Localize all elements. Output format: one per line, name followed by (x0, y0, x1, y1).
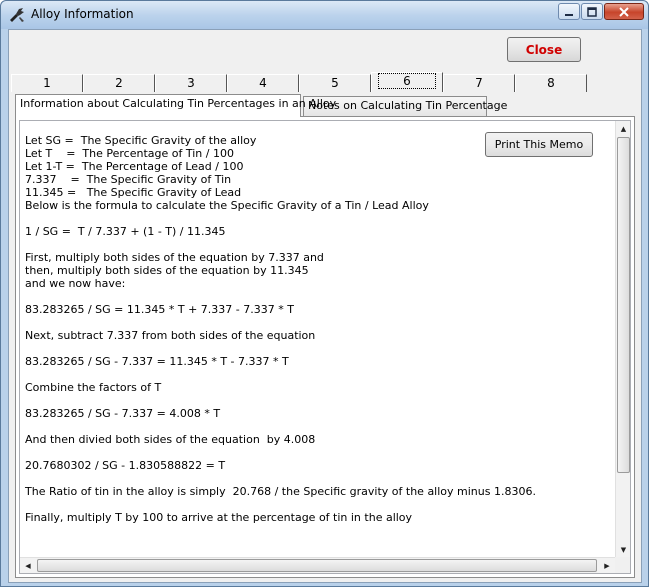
close-button[interactable]: Close (507, 37, 581, 62)
tab-tin-percentage-info[interactable]: Information about Calculating Tin Percen… (15, 94, 336, 117)
scrollbar-corner (615, 557, 630, 573)
memo-line (25, 394, 605, 407)
memo-line (25, 472, 605, 485)
memo-line: First, multiply both sides of the equati… (25, 251, 324, 264)
memo-line (25, 446, 605, 459)
memo-line: 20.7680302 / SG - 1.830588822 = T (25, 459, 226, 472)
memo-line (25, 212, 605, 225)
tab-panel: Let SG = The Specific Gravity of the all… (15, 116, 635, 578)
memo-line (25, 498, 605, 511)
minimize-button[interactable] (558, 3, 580, 20)
tab-7[interactable]: 7 (443, 74, 515, 92)
vertical-scroll-thumb[interactable] (617, 137, 630, 473)
maximize-button[interactable] (581, 3, 603, 20)
memo-line (25, 290, 605, 303)
vertical-scrollbar[interactable]: ▲ ▼ (615, 121, 630, 557)
memo-line: 83.283265 / SG = 11.345 * T + 7.337 - 7.… (25, 303, 294, 316)
title-bar[interactable]: Alloy Information (1, 1, 648, 29)
scroll-left-arrow-icon[interactable]: ◀ (20, 558, 36, 573)
memo-line (25, 238, 605, 251)
memo-line (25, 420, 605, 433)
tab-2[interactable]: 2 (83, 74, 155, 92)
memo-line: 11.345 = The Specific Gravity of Lead (25, 186, 242, 199)
client-area: Close 1 2 3 4 5 6 7 8 Information about … (8, 29, 642, 583)
memo-textbox[interactable]: Let SG = The Specific Gravity of the all… (19, 120, 631, 574)
memo-line: 1 / SG = T / 7.337 + (1 - T) / 11.345 (25, 225, 226, 238)
memo-line: The Ratio of tin in the alloy is simply … (25, 485, 536, 498)
memo-line (25, 316, 605, 329)
horizontal-scroll-thumb[interactable] (37, 559, 597, 572)
memo-line (25, 368, 605, 381)
window-close-button[interactable] (604, 3, 644, 20)
memo-line: Combine the factors of T (25, 381, 162, 394)
memo-tabs: Information about Calculating Tin Percen… (15, 94, 635, 117)
memo-line: then, multiply both sides of the equatio… (25, 264, 309, 277)
section-tabs: 1 2 3 4 5 6 7 8 (11, 72, 641, 92)
horizontal-scrollbar[interactable]: ◀ ▶ (20, 557, 615, 573)
maximize-icon (587, 6, 597, 17)
tab-1[interactable]: 1 (11, 74, 83, 92)
tab-8[interactable]: 8 (515, 74, 587, 92)
scroll-right-arrow-icon[interactable]: ▶ (599, 558, 615, 573)
tab-6[interactable]: 6 (371, 72, 443, 92)
scroll-down-arrow-icon[interactable]: ▼ (616, 542, 630, 557)
memo-line: 83.283265 / SG - 7.337 = 4.008 * T (25, 407, 221, 420)
tab-4[interactable]: 4 (227, 74, 299, 92)
scroll-up-arrow-icon[interactable]: ▲ (616, 121, 630, 136)
alloy-information-window: Alloy Information Close 1 2 3 4 5 6 7 8 … (0, 0, 649, 587)
wrench-app-icon (10, 8, 24, 22)
memo-line: Finally, multiply T by 100 to arrive at … (25, 511, 413, 524)
memo-content: Let SG = The Specific Gravity of the all… (25, 134, 605, 524)
memo-line: And then divied both sides of the equati… (25, 433, 316, 446)
memo-line: Let 1-T = The Percentage of Lead / 100 (25, 160, 244, 173)
minimize-icon (565, 13, 573, 16)
memo-line: 83.283265 / SG - 7.337 = 11.345 * T - 7.… (25, 355, 289, 368)
memo-line (25, 342, 605, 355)
memo-line: Below is the formula to calculate the Sp… (25, 199, 429, 212)
memo-line: 7.337 = The Specific Gravity of Tin (25, 173, 232, 186)
memo-line: and we now have: (25, 277, 126, 290)
tab-5[interactable]: 5 (299, 74, 371, 92)
print-memo-button[interactable]: Print This Memo (485, 132, 593, 157)
tab-3[interactable]: 3 (155, 74, 227, 92)
close-x-icon (619, 6, 629, 17)
memo-line: Next, subtract 7.337 from both sides of … (25, 329, 316, 342)
window-title: Alloy Information (31, 7, 134, 21)
